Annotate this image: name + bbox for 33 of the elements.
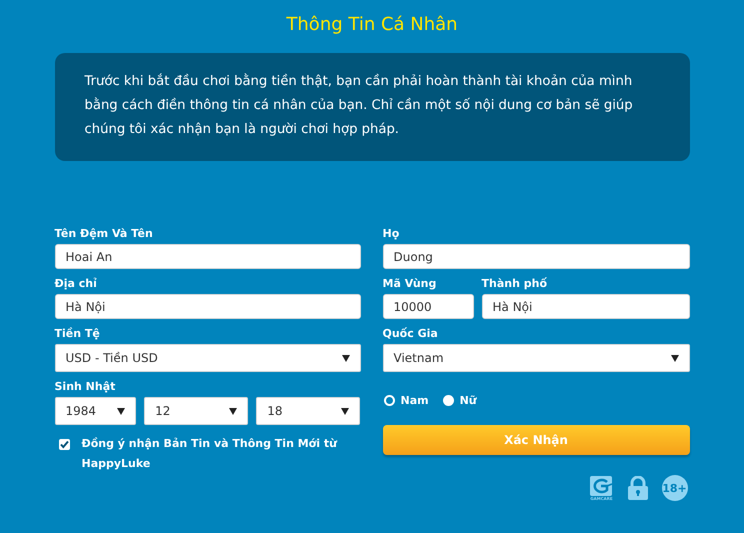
- radio-button[interactable]: [442, 395, 454, 406]
- intro-text: Trước khi bắt đầu chơi bằng tiền thật, bạn cần phải hoàn thành tài khoản của mình bằng cách điền thông tin cá nhân của bạn. Chỉ cần một số nội dung cơ bản sẽ giúp chúng tôi xác nhận bạn là người chơi hợp pháp.: [54, 53, 690, 161]
- page-title: Thông Tin Cá Nhân: [286, 14, 458, 35]
- radio-label: Nam: [400, 394, 429, 407]
- text-field[interactable]: Duong: [382, 244, 690, 269]
- text-field[interactable]: 10000: [382, 294, 474, 319]
- caret-icon: [341, 408, 350, 414]
- field-label: Mã Vùng: [382, 277, 438, 291]
- checkbox[interactable]: [58, 439, 70, 450]
- field-label: Tiền Tệ: [54, 327, 101, 341]
- checkbox-label: Đồng ý nhận Bản Tin và Thông Tin Mới từ HappyLuke: [82, 436, 338, 472]
- age-badge: 18+: [662, 475, 688, 501]
- field-label: Sinh Nhật: [54, 380, 116, 394]
- field-label: Quốc Gia: [382, 327, 439, 341]
- field-label: Địa chỉ: [54, 277, 98, 291]
- field-label: Tên Đệm Và Tên: [54, 227, 154, 241]
- text-field[interactable]: Hoai An: [54, 244, 360, 269]
- select-field[interactable]: 18: [256, 397, 360, 425]
- text-field[interactable]: Hà Nội: [482, 294, 690, 319]
- radio-button[interactable]: [384, 395, 394, 406]
- field-label: Thành phố: [482, 277, 548, 291]
- text-field[interactable]: Hà Nội: [54, 294, 360, 319]
- select-field[interactable]: Vietnam: [382, 344, 690, 372]
- radio-label: Nữ: [460, 394, 477, 407]
- select-field[interactable]: 12: [144, 397, 248, 425]
- lock-icon: [628, 476, 648, 500]
- field-label: Họ: [382, 227, 400, 241]
- caret-icon: [117, 408, 126, 414]
- caret-icon: [342, 354, 350, 362]
- select-field[interactable]: USD - Tiền USD: [54, 344, 360, 372]
- caret-icon: [670, 354, 678, 362]
- caret-icon: [229, 408, 238, 414]
- select-field[interactable]: 1984: [54, 397, 136, 425]
